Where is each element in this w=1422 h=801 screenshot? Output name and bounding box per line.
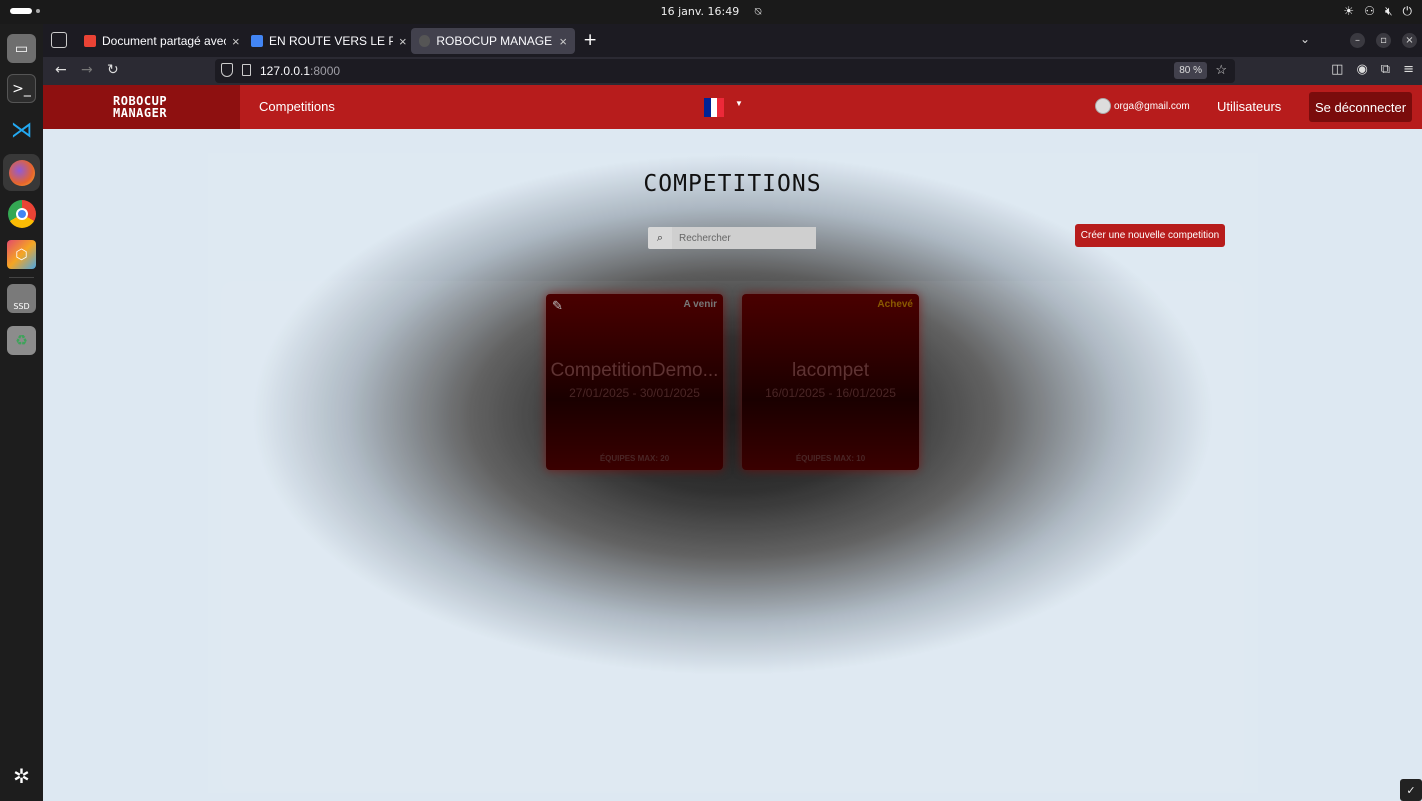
close-icon[interactable]: ×	[232, 34, 240, 49]
tab-bar: Document partagé avec vous × EN ROUTE VE…	[43, 24, 1422, 57]
dock: ▭ >_ ⋊ ⬡ SSD ♻ ✲	[0, 24, 43, 801]
minimize-icon[interactable]: –	[1350, 33, 1365, 48]
gmail-icon	[84, 35, 96, 47]
toolbar-right: ◫ ◉ ⧉ ≡	[1331, 62, 1414, 77]
competition-max-teams: ÉQUIPES MAX: 20	[599, 454, 670, 463]
box-icon[interactable]: ⬡	[7, 240, 36, 269]
ssd-label: SSD	[13, 302, 30, 311]
web-page: ROBOCUP MANAGER Competitions ▼ orga@gmai…	[43, 85, 1422, 801]
cards-container	[221, 281, 1244, 791]
tab-title: ROBOCUP MANAGER	[436, 34, 554, 48]
trash-icon[interactable]: ♻	[7, 326, 36, 355]
logout-button[interactable]: Se déconnecter	[1309, 92, 1412, 122]
status-badge: Achevé	[877, 299, 913, 310]
chrome-icon[interactable]	[7, 199, 36, 228]
docs-icon	[251, 35, 263, 47]
new-tab-icon[interactable]: +	[583, 30, 597, 50]
volume-mute-icon: 🔇︎	[1384, 4, 1393, 18]
user-email: orga@gmail.com	[1114, 101, 1190, 112]
back-icon[interactable]: ←	[55, 62, 67, 78]
caret-down-icon[interactable]: ▼	[735, 99, 743, 108]
tab-title: Document partagé avec vous	[102, 34, 226, 48]
page-icon	[419, 35, 431, 47]
account-icon[interactable]: ◉	[1356, 62, 1367, 77]
create-competition-button[interactable]: Créer une nouvelle competition	[1075, 224, 1225, 247]
network-icon: ⚇	[1364, 4, 1375, 18]
app-header: ROBOCUP MANAGER Competitions ▼ orga@gmai…	[43, 85, 1422, 129]
competition-card[interactable]: ✎ A venir CompetitionDemo... 27/01/2025 …	[546, 294, 723, 470]
page-info-icon[interactable]	[242, 64, 251, 76]
restore-icon[interactable]: ▫	[1376, 33, 1391, 48]
system-tray[interactable]: ☀ ⚇ 🔇︎ ⏻	[1343, 4, 1412, 19]
shield-icon[interactable]	[221, 63, 233, 77]
page-title: COMPETITIONS	[643, 171, 822, 197]
tab-robocup-manager[interactable]: ROBOCUP MANAGER ×	[411, 28, 575, 54]
power-icon: ⏻	[1402, 4, 1413, 18]
tab-list-icon[interactable]	[51, 32, 67, 48]
bookmark-star-icon[interactable]: ☆	[1215, 62, 1227, 78]
close-icon[interactable]: ×	[399, 34, 407, 49]
user-avatar-icon	[1095, 98, 1111, 114]
forward-icon[interactable]: →	[81, 62, 93, 78]
url-bar[interactable]: 127.0.0.1:8000 80 % ☆	[215, 59, 1235, 83]
tab-en-route[interactable]: EN ROUTE VERS LE PROCHAIN ×	[243, 28, 415, 54]
vscode-icon[interactable]: ⋊	[7, 116, 36, 145]
brand-logo[interactable]: ROBOCUP MANAGER	[113, 95, 167, 119]
competition-name: CompetitionDemo...	[550, 360, 719, 381]
url-host: 127.0.0.1	[260, 64, 311, 78]
extensions-icon[interactable]: ⧉	[1381, 62, 1390, 77]
edit-icon[interactable]: ✎	[552, 298, 563, 314]
search-icon[interactable]: ⌕	[648, 227, 672, 249]
files-icon[interactable]: ▭	[7, 34, 36, 63]
language-flag-fr-icon[interactable]	[704, 98, 725, 117]
close-icon[interactable]: ×	[559, 34, 567, 49]
menu-icon[interactable]: ≡	[1403, 62, 1414, 77]
search-input[interactable]	[672, 227, 816, 249]
nav-competitions[interactable]: Competitions	[259, 99, 335, 114]
ubuntu-apps-icon[interactable]: ✲	[7, 761, 36, 790]
dock-separator	[9, 277, 34, 278]
os-top-bar: 16 janv. 16:49 ⍉ ☀ ⚇ 🔇︎ ⏻	[0, 0, 1422, 24]
competition-name: lacompet	[791, 360, 870, 381]
url-text[interactable]: 127.0.0.1:8000	[260, 64, 340, 78]
firefox-icon[interactable]	[3, 154, 40, 191]
clock-label: 16 janv. 16:49	[660, 5, 740, 18]
brand-line-2: MANAGER	[113, 106, 168, 120]
nav-users[interactable]: Utilisateurs	[1217, 99, 1281, 114]
reload-icon[interactable]: ↻	[107, 62, 119, 78]
browser-window: Document partagé avec vous × EN ROUTE VE…	[43, 24, 1422, 801]
navigation-bar: ← → ↻ 127.0.0.1:8000 80 % ☆ ◫ ◉ ⧉ ≡	[43, 57, 1422, 85]
competition-max-teams: ÉQUIPES MAX: 10	[795, 454, 866, 463]
url-port: :8000	[310, 64, 341, 78]
chevron-down-icon[interactable]: ⌄	[1300, 32, 1310, 46]
competition-card[interactable]: Achevé lacompet 16/01/2025 - 16/01/2025 …	[742, 294, 919, 470]
ssd-icon[interactable]: SSD	[7, 284, 36, 313]
close-window-icon[interactable]: ×	[1402, 33, 1417, 48]
tab-document[interactable]: Document partagé avec vous ×	[76, 28, 248, 54]
zoom-level[interactable]: 80 %	[1174, 62, 1207, 79]
competition-dates: 16/01/2025 - 16/01/2025	[765, 386, 896, 400]
debug-toolbar-icon[interactable]: ✓	[1400, 779, 1422, 801]
status-badge: A venir	[683, 299, 717, 310]
pocket-icon[interactable]: ◫	[1331, 62, 1343, 77]
clock[interactable]: 16 janv. 16:49 ⍉	[0, 5, 1422, 19]
tab-title: EN ROUTE VERS LE PROCHAIN	[269, 34, 393, 48]
brightness-icon: ☀	[1343, 4, 1355, 18]
competition-dates: 27/01/2025 - 30/01/2025	[569, 386, 700, 400]
notifications-muted-icon: ⍉	[754, 5, 762, 18]
terminal-icon[interactable]: >_	[7, 74, 36, 103]
search-box: ⌕	[648, 227, 816, 249]
brand-block[interactable]: ROBOCUP MANAGER	[43, 85, 240, 129]
